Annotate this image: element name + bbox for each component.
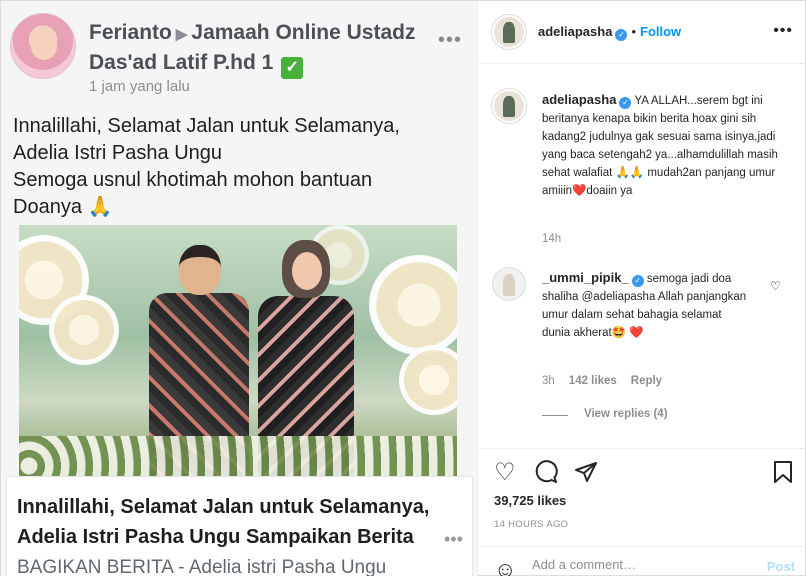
likes-count[interactable]: 39,725 likes (494, 493, 566, 508)
post-image[interactable]: Ferianto ▶ Jamaah Online Ustadz Das'ad Lat… (1, 1, 478, 576)
comment-meta: 3h 142 likes Reply (542, 375, 662, 387)
heart-icon[interactable]: ♡ (494, 461, 516, 485)
add-comment-bar: ☺ Post (478, 546, 806, 576)
fb-text-line: Innalillahi, Selamat Jalan untuk Selaman… (13, 115, 400, 137)
caption-username[interactable]: adeliapasha (542, 92, 616, 107)
triangle-right-icon: ▶ (175, 26, 188, 43)
couple-photo (19, 225, 457, 476)
avatar[interactable] (492, 267, 526, 301)
fb-link-card: Innalillahi, Selamat Jalan untuk Selaman… (6, 476, 473, 576)
fb-card-more-icon: ••• (444, 529, 463, 549)
post-button[interactable]: Post (767, 559, 795, 574)
comment-time[interactable]: 3h (542, 375, 555, 387)
facebook-screenshot: Ferianto ▶ Jamaah Online Ustadz Das'ad Lat… (1, 1, 477, 576)
comment: _ummi_pipik_ ✓ semoga jadi doa shaliha @a… (542, 269, 752, 342)
caption: adeliapasha ✓ YA ALLAH...serem bgt ini be… (542, 91, 782, 200)
verified-icon: ✓ (619, 97, 632, 109)
post-actions: ♡ 39,725 likes 14 HOURS AGO (478, 448, 806, 548)
share-icon[interactable] (574, 460, 598, 489)
fb-text-line: Doanya 🙏 (13, 196, 113, 218)
fb-text-line: Semoga usnul khotimah mohon bantuan (13, 169, 373, 191)
comment-likes[interactable]: 142 likes (569, 375, 617, 387)
separator-dot: • (631, 24, 636, 39)
fb-card-title: Innalillahi, Selamat Jalan untuk Selaman… (17, 496, 430, 548)
post-header: adeliapasha ✓ • Follow ••• (478, 1, 806, 64)
caption-time[interactable]: 14h (542, 233, 561, 245)
fb-card-subtitle: BAGIKAN BERITA - Adelia istri Pasha Ungu (17, 557, 387, 576)
instagram-post-modal: Ferianto ▶ Jamaah Online Ustadz Das'ad Lat… (0, 0, 806, 576)
fb-text-line: Adelia Istri Pasha Ungu (13, 142, 223, 164)
divider-line (542, 415, 568, 416)
fb-post-text: Innalillahi, Selamat Jalan untuk Selaman… (13, 113, 468, 221)
reply-button[interactable]: Reply (631, 375, 662, 387)
avatar[interactable] (492, 15, 526, 49)
header-user-line: adeliapasha ✓ • Follow (538, 23, 681, 41)
post-date[interactable]: 14 HOURS AGO (494, 519, 568, 530)
view-replies-button[interactable]: View replies (4) (584, 408, 668, 420)
comments-list[interactable]: adeliapasha ✓ YA ALLAH...serem bgt ini be… (478, 65, 806, 445)
fb-poster-name: Ferianto (89, 21, 172, 44)
bookmark-icon[interactable] (772, 460, 794, 489)
fb-poster-avatar (10, 13, 76, 79)
fb-more-icon: ••• (438, 29, 463, 51)
caption-text: YA ALLAH...serem bgt ini beritanya kenap… (542, 95, 778, 197)
header-username[interactable]: adeliapasha (538, 24, 612, 39)
comment-bubble-icon[interactable] (534, 459, 558, 488)
more-options-icon[interactable]: ••• (773, 22, 793, 40)
emoji-icon[interactable]: ☺ (494, 557, 516, 576)
post-sidebar: adeliapasha ✓ • Follow ••• adeliapasha ✓ YA … (478, 1, 806, 576)
comment-username[interactable]: _ummi_pipik_ (542, 270, 629, 285)
like-comment-heart-icon[interactable]: ♡ (770, 279, 781, 293)
check-mark-icon: ✓ (281, 57, 304, 79)
avatar[interactable] (492, 89, 526, 123)
fb-post-header: Ferianto ▶ Jamaah Online Ustadz Das'ad Lat… (89, 19, 439, 79)
comment-input[interactable] (532, 557, 752, 572)
verified-icon: ✓ (615, 29, 628, 41)
verified-icon: ✓ (631, 275, 644, 287)
fb-post-time: 1 jam yang lalu (89, 78, 190, 95)
follow-button[interactable]: Follow (640, 24, 681, 39)
